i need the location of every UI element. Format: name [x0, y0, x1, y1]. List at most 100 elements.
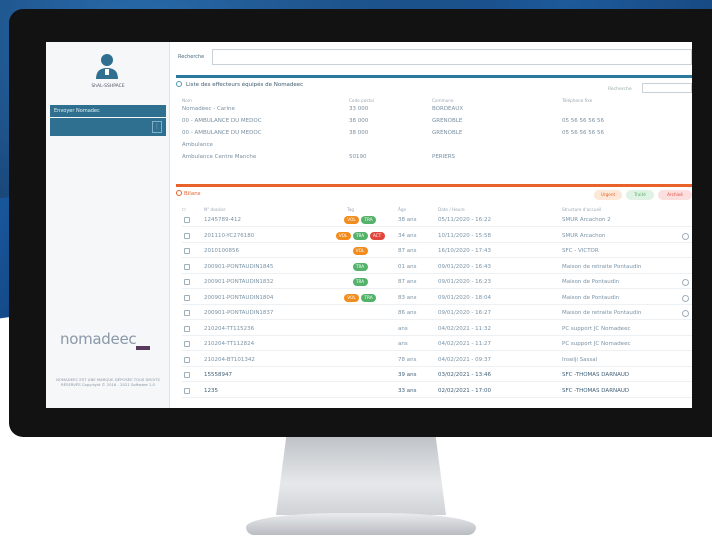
cell-id: 200901-PONTAUDIN1837 [204, 310, 274, 316]
cell-dest: Maison de retraite Pontaudin [562, 263, 642, 270]
cell-dest: SMUR Arcachon [562, 232, 606, 239]
refresh-icon[interactable] [176, 81, 182, 87]
panel1-title: Liste des effecteurs équipés de Nomadeec [186, 82, 304, 88]
tag-badge: TRA [361, 216, 376, 224]
table-row[interactable]: Ambulance Centre Manche 50190 PERIERS [182, 154, 682, 162]
panel1-filter-label: Recherche [608, 87, 632, 92]
cell-age: 33 ans [398, 387, 417, 394]
cell-id: 200901-PONTAUDIN1845 [204, 263, 274, 270]
cell-date: 09/01/2020 - 18:04 [438, 294, 492, 301]
cell-dest: SFC -THOMAS DARNAUD [562, 372, 630, 378]
cell-dest: Inselji Sassal [562, 356, 598, 363]
cell-age: 38 ans [398, 217, 417, 223]
cell-code-postal: 38 000 [349, 118, 369, 124]
cell-dest: Maison de Pontaudin [562, 294, 620, 301]
share-icon[interactable] [682, 310, 689, 317]
main-content: Recherche Liste des effecteurs équipés d… [170, 42, 692, 408]
row-checkbox[interactable] [184, 217, 190, 223]
col-date: Date / Heure [438, 207, 465, 212]
sidebar-item-envoyer[interactable]: Envoyer Nomadec [50, 105, 166, 117]
tag-badge: ACT [369, 231, 385, 240]
col-checkbox: ☐ [182, 207, 186, 212]
table-row[interactable]: 2010100856 87 ans 16/10/2020 - 17:43 SFC - … [182, 245, 692, 258]
table-row[interactable]: Nomadeec - Carine 33 000 BORDEAUX [182, 106, 682, 114]
refresh-icon[interactable] [176, 190, 182, 196]
cell-id: 210204-TT115236 [204, 325, 255, 332]
cell-age: ans [398, 325, 408, 332]
cell-commune: BORDEAUX [432, 106, 464, 112]
table-row[interactable]: 1245789-412 38 ans 05/11/2020 - 16:22 SMUR … [182, 214, 692, 227]
cell-date: 04/02/2021 - 11:27 [438, 341, 492, 347]
filter-urgent-button[interactable]: Urgent [594, 190, 622, 200]
monitor-stand-base [246, 513, 476, 535]
panel2-header: ☐ N° dossier Tag Âge Date / Heure Struct… [182, 207, 692, 213]
table-row[interactable]: Ambulance [182, 142, 682, 150]
filter-archive-button[interactable]: Archivé [658, 190, 692, 200]
col-commune: Commune [432, 98, 454, 103]
table-row[interactable]: 210204-TT115236 ans 04/02/2021 - 11:32 PC s… [182, 323, 692, 336]
cell-age: 01 ans [398, 263, 417, 270]
row-checkbox[interactable] [184, 248, 190, 254]
row-checkbox[interactable] [184, 294, 190, 301]
row-checkbox[interactable] [184, 372, 190, 378]
row-checkbox[interactable] [184, 356, 190, 363]
table-row[interactable]: 00 - AMBULANCE DU MEDOC 38 000 GRENOBLE 05 … [182, 130, 682, 138]
table-row[interactable]: 200901-PONTAUDIN1804 83 ans 09/01/2020 - 1… [182, 292, 692, 305]
cell-id: 200901-PONTAUDIN1832 [204, 279, 274, 285]
col-code-postal: Code postal [349, 98, 374, 103]
tag-badge: TRA [352, 278, 368, 286]
table-row[interactable]: 210204-TT112824 ans 04/02/2021 - 11:27 PC s… [182, 338, 692, 351]
tag-badge: VOL [335, 231, 351, 240]
row-checkbox[interactable] [184, 310, 190, 316]
cell-date: 09/01/2020 - 16:27 [438, 310, 492, 316]
cell-commune: GRENOBLE [432, 118, 463, 124]
search-input[interactable] [212, 49, 692, 65]
filter-traite-button[interactable]: Traité [626, 190, 654, 200]
cell-id: 200901-PONTAUDIN1804 [204, 294, 274, 301]
table-row[interactable]: 200901-PONTAUDIN1837 86 ans 09/01/2020 - 1… [182, 307, 692, 320]
table-row[interactable]: 201110-YC276180 34 ans 10/11/2020 - 15:58 S… [182, 230, 692, 243]
cell-dest: PC support JC Nomadeec [562, 341, 631, 347]
kebab-menu-icon[interactable]: ⋮ [152, 121, 162, 133]
monitor-stand-neck [276, 437, 446, 515]
tag-badge: TRA [352, 231, 368, 240]
cell-nom: Nomadeec - Carine [182, 106, 235, 112]
cell-age: 34 ans [398, 232, 417, 239]
cell-age: 39 ans [398, 372, 417, 378]
cell-nom: 00 - AMBULANCE DU MEDOC [182, 118, 262, 124]
table-row[interactable]: 00 - AMBULANCE DU MEDOC 38 000 GRENOBLE 05 … [182, 118, 682, 126]
cell-telephone: 05 56 56 56 56 [562, 118, 604, 124]
table-row[interactable]: 200901-PONTAUDIN1845 01 ans 09/01/2020 - 1… [182, 261, 692, 274]
tag-badge: TRA [352, 262, 368, 271]
cell-date: 04/02/2021 - 11:32 [438, 325, 492, 332]
cell-id: 2010100856 [204, 248, 239, 254]
col-nom: Nom [182, 98, 192, 103]
row-checkbox[interactable] [184, 387, 190, 394]
row-checkbox[interactable] [184, 325, 190, 332]
share-icon[interactable] [682, 232, 689, 240]
tag-badge: VOL [344, 293, 359, 302]
cell-age: ans [398, 341, 408, 347]
tag-badge: TRA [361, 293, 376, 302]
tag-badge: VOL [344, 216, 359, 224]
panel1-filter-input[interactable] [642, 83, 692, 93]
user-avatar-icon[interactable] [94, 52, 120, 80]
share-icon[interactable] [682, 279, 689, 286]
table-row[interactable]: 210204-BT101342 78 ans 04/02/2021 - 09:37 I… [182, 354, 692, 367]
cell-nom: Ambulance Centre Manche [182, 154, 257, 160]
share-icon[interactable] [682, 294, 689, 302]
col-dossier: N° dossier [204, 207, 226, 212]
cell-date: 10/11/2020 - 15:58 [438, 232, 492, 239]
cell-age: 78 ans [398, 356, 417, 363]
table-row[interactable]: 15558947 39 ans 03/02/2021 - 13:46 SFC -THO… [182, 369, 692, 382]
sidebar: ShAL-SSHPACE Envoyer Nomadec ⋮ nomadeec … [46, 42, 170, 408]
sidebar-item-more[interactable]: ⋮ [50, 118, 166, 136]
row-checkbox[interactable] [184, 341, 190, 347]
table-row[interactable]: 200901-PONTAUDIN1832 87 ans 09/01/2020 - 1… [182, 276, 692, 289]
cell-date: 02/02/2021 - 17:00 [438, 387, 492, 394]
row-checkbox[interactable] [184, 279, 190, 285]
row-checkbox[interactable] [184, 263, 190, 270]
cell-date: 04/02/2021 - 09:37 [438, 356, 492, 363]
table-row[interactable]: 1235 33 ans 02/02/2021 - 17:00 SFC -THOMAS … [182, 385, 692, 398]
row-checkbox[interactable] [184, 232, 190, 239]
